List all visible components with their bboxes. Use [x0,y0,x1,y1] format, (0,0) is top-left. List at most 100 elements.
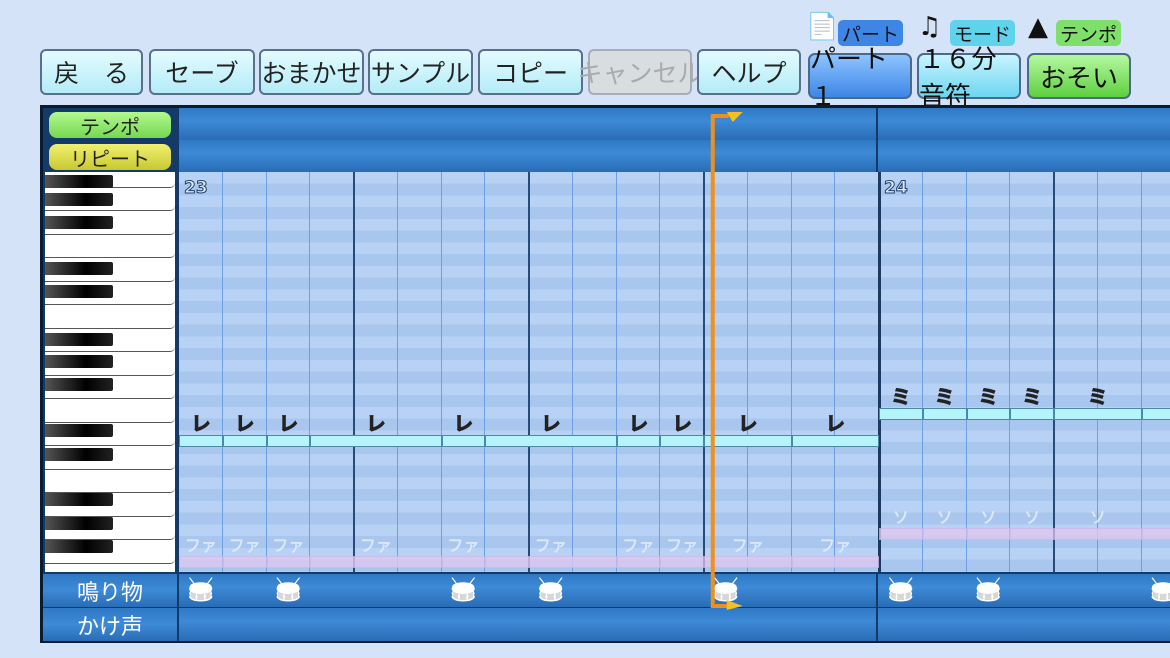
tempo-track[interactable] [179,108,1170,140]
narimono-lane[interactable]: 🥁 🥁 🥁 🥁 🥁 🥁 🥁 🥁 [179,574,1170,607]
note-block[interactable] [879,408,923,420]
piano-keyboard[interactable] [45,172,175,572]
note-block[interactable] [922,408,967,420]
ghost-note-block [485,556,617,568]
black-key[interactable] [45,216,113,229]
save-button[interactable]: セーブ [149,49,255,95]
drum-icon[interactable]: 🥁 [275,578,302,603]
cancel-button[interactable]: キャンセル [578,49,703,95]
note-block[interactable] [1054,408,1142,420]
tempo-label: テンポ [1056,20,1122,46]
note-label: ミ [1022,385,1042,408]
ghost-note-label: ファ [534,536,567,555]
drum-icon[interactable]: 🥁 [187,578,214,603]
note-block[interactable] [266,435,311,447]
ghost-note-block [222,556,267,568]
black-key[interactable] [45,355,113,368]
note-label: レ [191,412,211,435]
grid-line [703,172,705,572]
white-key[interactable] [45,235,175,258]
black-key[interactable] [45,262,113,275]
note-block[interactable] [791,435,879,447]
note-block[interactable] [441,435,486,447]
grid-line [1140,172,1142,572]
note-block[interactable] [704,435,792,447]
ghost-note-label: ファ [447,536,480,555]
ghost-note-label: ファ [819,536,852,555]
part-select[interactable]: パート１ [808,45,912,112]
ghost-note-block [660,556,704,568]
drum-icon[interactable]: 🥁 [537,578,564,603]
white-key[interactable] [45,564,175,573]
ghost-note-label: ファ [184,536,217,555]
ghost-note-block [266,556,311,568]
ghost-note-block [1010,528,1054,540]
kakegoe-lane[interactable] [179,608,1170,641]
drum-icon[interactable]: 🥁 [975,578,1002,603]
sequencer-panel: テンポ リピート 2324レレレレレレレレレレミミミミミミファファファファファフ… [40,105,1170,643]
black-key[interactable] [45,448,113,461]
black-key[interactable] [45,193,113,206]
note-block[interactable] [179,435,223,447]
ghost-note-block [704,556,792,568]
drum-icon[interactable]: 🥁 [887,578,914,603]
black-key[interactable] [45,424,113,437]
black-key[interactable] [45,493,113,506]
repeat-track[interactable] [179,140,1170,172]
tempo-track-label: テンポ [49,112,171,139]
note-block[interactable] [485,435,617,447]
back-button[interactable]: 戻 る [40,49,143,95]
white-key[interactable] [45,305,175,329]
note-block[interactable] [1010,408,1054,420]
ghost-note-label: ファ [272,536,305,555]
grid-line [965,172,967,572]
note-block[interactable] [660,435,704,447]
note-label: レ [825,412,845,435]
grid-line [878,172,881,572]
note-block[interactable] [310,435,442,447]
grid-line [615,172,617,572]
grid-line [1053,172,1055,572]
copy-button[interactable]: コピー [478,49,583,95]
narimono-track[interactable]: 鳴り物 🥁 🥁 🥁 🥁 🥁 🥁 🥁 🥁 [43,574,1170,607]
grid-line [484,172,486,572]
white-key[interactable] [45,470,175,493]
grid-line [528,172,530,572]
repeat-track-label: リピート [49,144,171,171]
note-block[interactable] [616,435,661,447]
grid-line [571,172,573,572]
note-block[interactable] [222,435,267,447]
black-key[interactable] [45,285,113,298]
auto-compose-button[interactable]: おまかせ [259,49,364,95]
help-button[interactable]: ヘルプ [697,49,801,95]
drum-icon[interactable]: 🥁 [450,578,477,603]
note-block[interactable] [966,408,1011,420]
kakegoe-track[interactable]: かけ声 [43,608,1170,641]
drum-icon[interactable]: 🥁 [712,578,739,603]
sample-button[interactable]: サンプル [368,49,473,95]
ghost-note-block [966,528,1011,540]
note-label: レ [235,412,255,435]
bar-divider [876,108,878,172]
measure-number: 23 [184,178,209,199]
black-key[interactable] [45,540,113,553]
ghost-note-label: ファ [228,536,261,555]
note-block[interactable] [1141,408,1170,420]
drum-icon[interactable]: 🥁 [1150,578,1170,603]
grid-line [440,172,442,572]
ghost-note-block [441,556,486,568]
black-key[interactable] [45,378,113,391]
grid-line [659,172,661,572]
black-key[interactable] [45,175,113,188]
tempo-select[interactable]: おそい [1027,53,1131,99]
score-icon: 📄 [806,12,839,42]
ghost-note-label: ソ [1024,508,1041,527]
black-key[interactable] [45,333,113,346]
white-key[interactable] [45,399,175,423]
note-grid[interactable]: 2324レレレレレレレレレレミミミミミミファファファファファファファファファファ… [179,172,1170,572]
ghost-note-block [1054,528,1142,540]
metronome-icon: ▲ [1028,12,1048,42]
mode-select[interactable]: １６分音符 [917,45,1021,112]
black-key[interactable] [45,517,113,530]
ghost-note-block [616,556,661,568]
